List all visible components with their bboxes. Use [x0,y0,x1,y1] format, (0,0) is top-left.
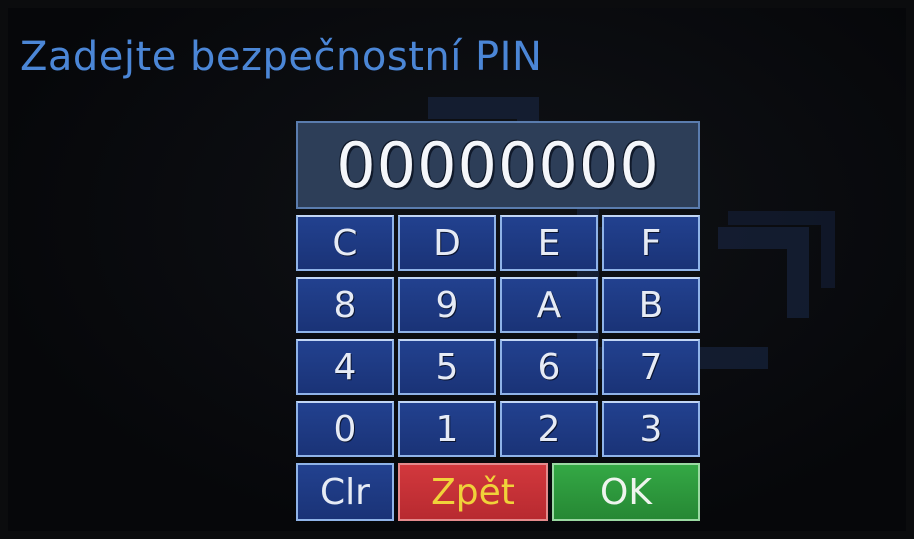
key-a[interactable]: A [500,277,598,333]
pin-keypad: 00000000 C D E F 8 9 A B 4 5 6 7 0 1 2 3… [296,121,700,521]
key-4[interactable]: 4 [296,339,394,395]
clear-button[interactable]: Clr [296,463,394,521]
key-0[interactable]: 0 [296,401,394,457]
key-b[interactable]: B [602,277,700,333]
key-2[interactable]: 2 [500,401,598,457]
key-7[interactable]: 7 [602,339,700,395]
key-6[interactable]: 6 [500,339,598,395]
key-c[interactable]: C [296,215,394,271]
key-8[interactable]: 8 [296,277,394,333]
ok-button[interactable]: OK [552,463,700,521]
key-3[interactable]: 3 [602,401,700,457]
back-button[interactable]: Zpět [398,463,548,521]
pin-display: 00000000 [296,121,700,209]
key-9[interactable]: 9 [398,277,496,333]
key-5[interactable]: 5 [398,339,496,395]
page-title: Zadejte bezpečnostní PIN [20,34,543,80]
key-1[interactable]: 1 [398,401,496,457]
key-e[interactable]: E [500,215,598,271]
key-f[interactable]: F [602,215,700,271]
action-row: Clr Zpět OK [296,463,700,521]
pin-entry-screen: Zadejte bezpečnostní PIN 00000000 C D E … [8,8,906,531]
key-grid: C D E F 8 9 A B 4 5 6 7 0 1 2 3 [296,215,700,457]
key-d[interactable]: D [398,215,496,271]
